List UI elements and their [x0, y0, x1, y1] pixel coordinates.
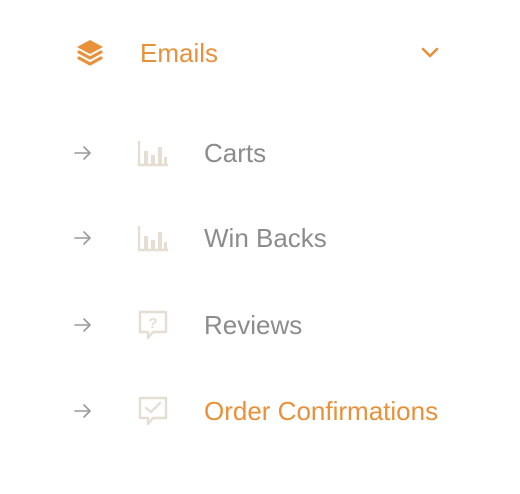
section-title: Emails: [140, 38, 219, 68]
menu-item-label: Order Confirmations: [204, 396, 439, 426]
arrow-right-icon: [74, 231, 91, 245]
menu-item-carts[interactable]: Carts: [72, 131, 452, 175]
arrow-right-icon: [74, 146, 91, 160]
menu-item-reviews[interactable]: ? Reviews: [72, 303, 452, 347]
emails-menu: Emails Carts Win Backs ? Reviews Order C…: [0, 0, 520, 494]
arrow-right-icon: [74, 318, 91, 332]
bar-chart-icon: [137, 141, 168, 167]
emails-section-header[interactable]: Emails: [74, 34, 446, 74]
chevron-down-icon[interactable]: [420, 43, 440, 63]
menu-item-label: Win Backs: [204, 223, 327, 253]
question-comment-icon: ?: [138, 310, 168, 340]
menu-item-label: Reviews: [204, 310, 303, 340]
svg-text:?: ?: [148, 315, 157, 332]
bar-chart-icon: [137, 226, 168, 252]
menu-item-label: Carts: [204, 138, 267, 168]
menu-item-win-backs[interactable]: Win Backs: [72, 216, 452, 260]
layers-icon: [77, 40, 103, 66]
arrow-right-icon: [74, 404, 91, 418]
menu-item-order-confirmations[interactable]: Order Confirmations: [72, 389, 452, 433]
check-comment-icon: [138, 396, 168, 426]
